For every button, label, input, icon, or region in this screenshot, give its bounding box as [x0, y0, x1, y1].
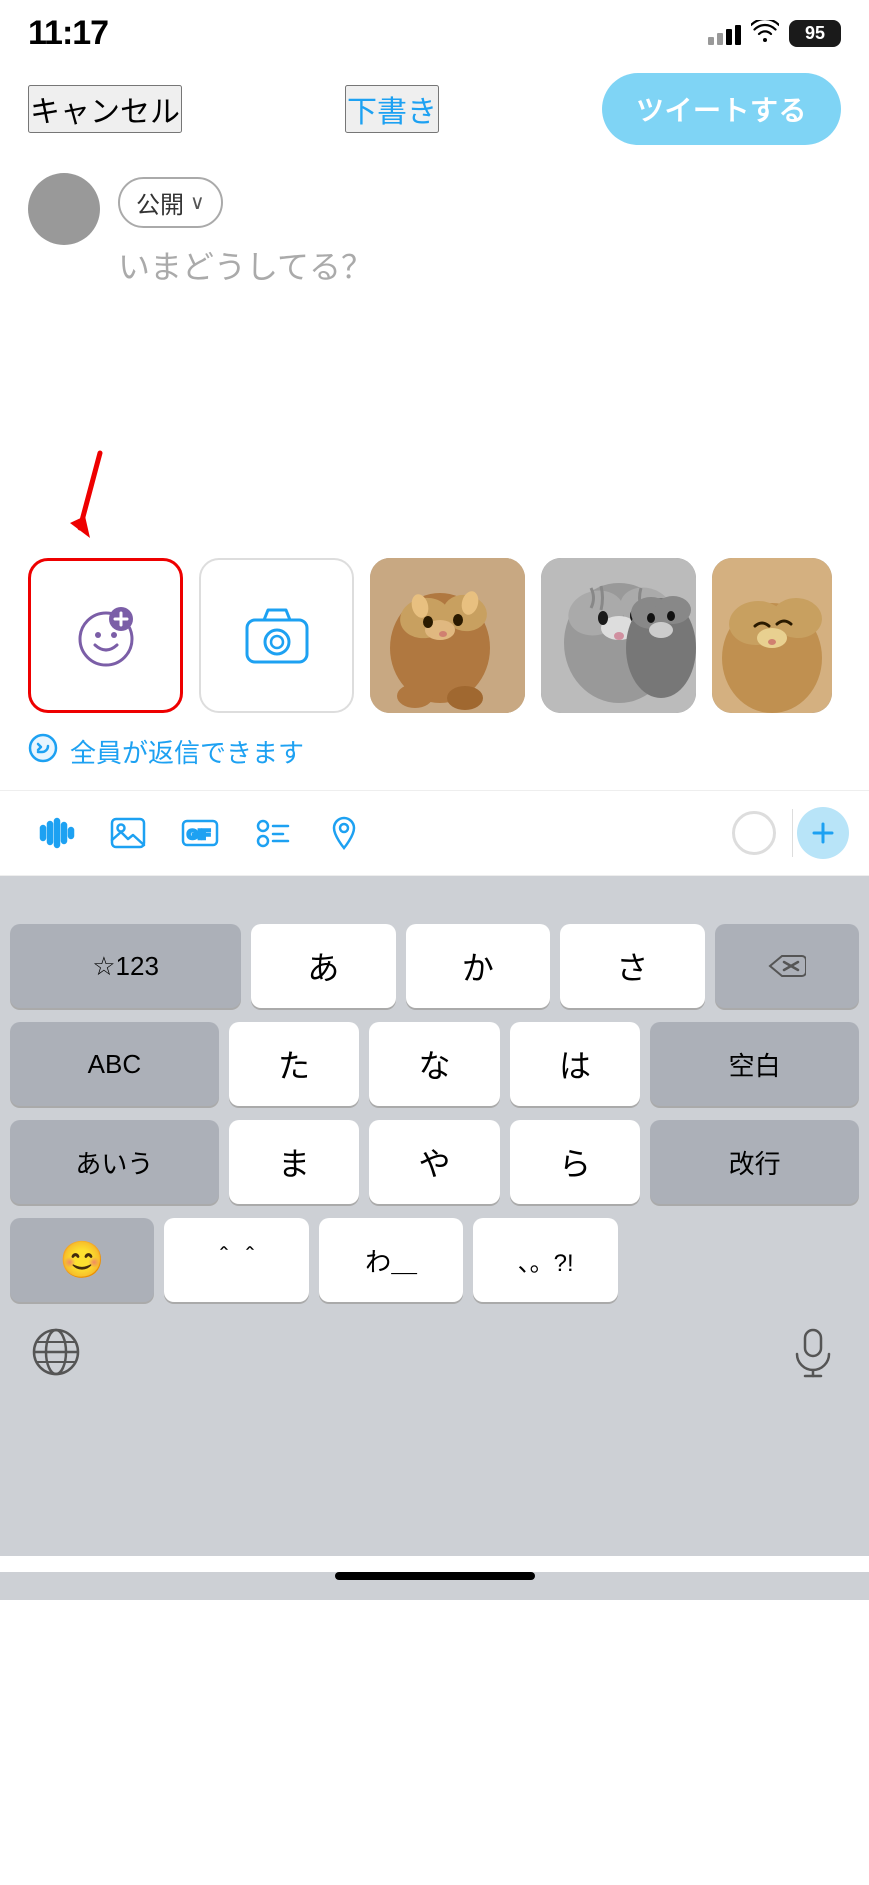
image-button[interactable]: [92, 803, 164, 863]
globe-icon: [30, 1326, 82, 1378]
reply-icon: [28, 733, 58, 770]
key-ta[interactable]: た: [229, 1022, 359, 1106]
toolbar: GIF: [0, 790, 869, 876]
key-ka[interactable]: か: [406, 924, 550, 1008]
key-emoji[interactable]: 😊: [10, 1218, 154, 1302]
status-time: 11:17: [28, 14, 108, 53]
audience-label: 公開: [136, 185, 184, 220]
wifi-icon: [751, 20, 779, 48]
key-num[interactable]: ☆123: [10, 924, 241, 1008]
status-icons: 95: [708, 20, 841, 48]
key-ya[interactable]: や: [369, 1120, 499, 1204]
reply-setting-text: 全員が返信できます: [70, 733, 304, 770]
key-punct[interactable]: 、。?!: [473, 1218, 617, 1302]
key-ma[interactable]: ま: [229, 1120, 359, 1204]
key-ha[interactable]: は: [510, 1022, 640, 1106]
gif-button[interactable]: GIF: [164, 803, 236, 863]
char-count-circle: [732, 811, 776, 855]
poll-button[interactable]: [236, 803, 308, 863]
annotation-arrow: [60, 448, 120, 538]
compose-placeholder[interactable]: いまどうしてる？: [118, 242, 841, 288]
keyboard-bottom: [10, 1316, 859, 1418]
tweet-button[interactable]: ツイートする: [602, 73, 841, 145]
key-abc[interactable]: ABC: [10, 1022, 219, 1106]
audience-selector[interactable]: 公開 ∨: [118, 177, 223, 228]
home-indicator: [335, 1572, 535, 1580]
battery-icon: 95: [789, 20, 841, 47]
mic-icon: [787, 1326, 839, 1378]
globe-button[interactable]: [30, 1326, 82, 1388]
photo-thumbnail-1[interactable]: [370, 558, 525, 713]
reply-setting[interactable]: 全員が返信できます: [0, 713, 869, 790]
location-icon: [325, 814, 363, 852]
keyboard-row-3: あいう ま や ら 改行: [10, 1120, 859, 1204]
key-ra[interactable]: ら: [510, 1120, 640, 1204]
compose-right: 公開 ∨ いまどうしてる？: [118, 173, 841, 288]
key-aiueo[interactable]: あいう: [10, 1120, 219, 1204]
backspace-icon: [768, 952, 806, 980]
mic-button[interactable]: [787, 1326, 839, 1388]
photo-thumbnail-3[interactable]: [712, 558, 832, 713]
camera-button[interactable]: [199, 558, 354, 713]
gif-icon: GIF: [181, 814, 219, 852]
image-icon: [109, 814, 147, 852]
key-wa[interactable]: わ＿: [319, 1218, 463, 1302]
key-sa[interactable]: さ: [560, 924, 704, 1008]
keyboard-row-2: ABC た な は 空白: [10, 1022, 859, 1106]
toolbar-divider: [792, 809, 793, 857]
svg-text:GIF: GIF: [187, 826, 211, 842]
compose-spacer: [0, 288, 869, 508]
add-tweet-button[interactable]: [797, 807, 849, 859]
key-a[interactable]: あ: [251, 924, 395, 1008]
photo-thumbnail-2[interactable]: [541, 558, 696, 713]
camera-icon: [242, 606, 312, 666]
key-enter[interactable]: 改行: [650, 1120, 859, 1204]
key-na[interactable]: な: [369, 1022, 499, 1106]
poll-icon: [253, 814, 291, 852]
signal-icon: [708, 23, 741, 45]
chevron-down-icon: ∨: [190, 190, 205, 215]
plus-icon: [809, 819, 837, 847]
draft-button[interactable]: 下書き: [345, 85, 439, 133]
cancel-button[interactable]: キャンセル: [28, 85, 182, 133]
key-caret[interactable]: ＾＾: [164, 1218, 308, 1302]
status-bar: 11:17 95: [0, 0, 869, 61]
keyboard-row-1: ☆123 あ か さ: [10, 924, 859, 1008]
compose-area: 公開 ∨ いまどうしてる？: [0, 161, 869, 288]
gif-add-icon: [71, 601, 141, 671]
media-row: [0, 558, 869, 713]
key-space[interactable]: 空白: [650, 1022, 859, 1106]
avatar: [28, 173, 100, 245]
audio-wave-icon: [37, 814, 75, 852]
top-nav: キャンセル 下書き ツイートする: [0, 61, 869, 161]
audio-wave-button[interactable]: [20, 803, 92, 863]
keyboard: ☆123 あ か さ ABC た な は 空白 あいう ま や ら 改行 😊 ＾…: [0, 876, 869, 1556]
keyboard-row-4: 😊 ＾＾ わ＿ 、。?!: [10, 1218, 859, 1302]
key-backspace[interactable]: [715, 924, 859, 1008]
media-gif-button[interactable]: [28, 558, 183, 713]
location-button[interactable]: [308, 803, 380, 863]
